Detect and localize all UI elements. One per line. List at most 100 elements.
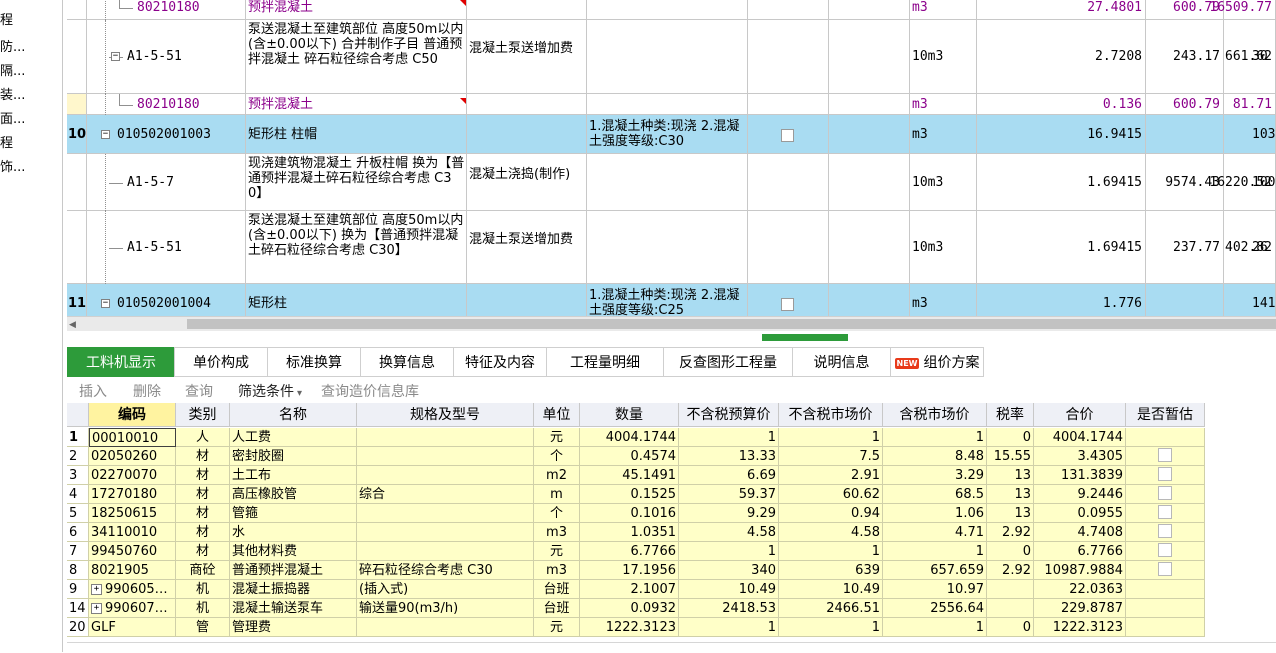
column-header-1[interactable]: 类别 [176,403,230,427]
column-header-7[interactable]: 不含税市场价 [779,403,883,427]
quota-row[interactable]: 11 −010502001004 矩形柱 1.混凝土种类:现浇 2.混凝土强度等级:C… [67,284,1276,316]
quota-row[interactable]: − A1-5-51 泵送混凝土至建筑部位 高度50m以内(含±0.00以下) 合并制… [67,20,1276,94]
estimate-checkbox[interactable] [1158,562,1172,576]
column-header-4[interactable]: 单位 [534,403,580,427]
column-header-8[interactable]: 含税市场价 [883,403,987,427]
estimate-checkbox[interactable] [1158,543,1172,557]
tab-4[interactable]: 特征及内容 [453,347,547,377]
resource-market[interactable]: 1 [779,618,883,637]
resource-qty[interactable]: 2.1007 [580,580,679,599]
quota-code[interactable]: A1-5-51 [127,49,182,64]
resource-market[interactable]: 2.91 [779,466,883,485]
quota-code[interactable]: A1-5-51 [127,240,182,255]
scroll-left-icon[interactable]: ◀ [69,320,76,330]
estimate-checkbox[interactable] [1158,467,1172,481]
resource-qty[interactable]: 0.4574 [580,447,679,466]
tab-6[interactable]: 反查图形工程量 [663,347,793,377]
collapse-icon[interactable]: − [111,52,120,61]
quota-name[interactable]: 矩形柱 [248,296,465,311]
resource-tax-market[interactable]: 8.48 [883,447,987,466]
resource-market[interactable]: 0.94 [779,504,883,523]
quota-work-content[interactable]: 混凝土泵送增加费 [469,232,585,247]
quota-name[interactable]: 预拌混凝土 [248,0,465,15]
quota-feature[interactable]: 1.混凝土种类:现浇 2.混凝土强度等级:C25 [589,288,746,316]
resource-qty[interactable]: 1.0351 [580,523,679,542]
column-header-10[interactable]: 合价 [1034,403,1126,427]
left-tree-item[interactable]: 面... [0,109,25,131]
quota-feature[interactable]: 1.混凝土种类:现浇 2.混凝土强度等级:C30 [589,119,746,149]
column-header-5[interactable]: 数量 [580,403,679,427]
tab-2[interactable]: 标准换算 [267,347,361,377]
quota-code[interactable]: 010502001003 [117,127,211,142]
resource-row[interactable]: 2 02050260 材密封胶圈 个 0.4574 13.33 7.5 8.48 15.55 3.… [67,447,1205,466]
estimate-checkbox[interactable] [1158,524,1172,538]
left-tree-item[interactable]: 程 [0,10,13,32]
quota-row[interactable]: 80210180 预拌混凝土 m3 27.4801 600.79 16509.77 [67,0,1276,20]
left-tree-item[interactable]: 防... [0,37,25,59]
resource-qty[interactable]: 45.1491 [580,466,679,485]
resource-row[interactable]: 20 GLF 管管理费元 1222.3123 1 1 1 0 1222.3123 [67,618,1205,637]
price-query-button[interactable]: 查询造价信息库 [321,381,419,401]
resource-rate[interactable]: 13 [987,466,1034,485]
resource-tax-market[interactable]: 657.659 [883,561,987,580]
quota-name[interactable]: 泵送混凝土至建筑部位 高度50m以内(含±0.00以下) 合并制作子目 普通预拌… [248,22,465,67]
resource-tax-market[interactable]: 4.71 [883,523,987,542]
resource-tax-market[interactable]: 3.29 [883,466,987,485]
collapse-icon[interactable]: − [101,130,110,139]
expand-icon[interactable]: + [91,584,102,595]
collapse-icon[interactable]: − [101,299,110,308]
quota-name[interactable]: 矩形柱 柱帽 [248,127,465,142]
resource-market[interactable]: 4.58 [779,523,883,542]
scrollbar-thumb[interactable] [187,319,1276,329]
resource-row[interactable]: 7 99450760 材其他材料费元 6.7766 1 1 1 0 6.7766 [67,542,1205,561]
quota-code[interactable]: A1-5-7 [127,175,174,190]
resource-code[interactable]: 17270180 [89,485,176,504]
resource-tax-market[interactable]: 1 [883,542,987,561]
quota-name[interactable]: 泵送混凝土至建筑部位 高度50m以内(含±0.00以下) 换为【普通预拌混凝土碎… [248,213,465,258]
estimate-checkbox[interactable] [1158,505,1172,519]
quota-work-content[interactable]: 混凝土泵送增加费 [469,41,585,56]
resource-market[interactable]: 2466.51 [779,599,883,618]
tab-7[interactable]: 说明信息 [792,347,891,377]
column-header-11[interactable]: 是否暂估 [1126,403,1205,427]
resource-market[interactable]: 1 [779,428,883,447]
resource-code[interactable]: 02050260 [89,447,176,466]
delete-button[interactable]: 删除 [133,381,161,401]
quota-row[interactable]: 10 −010502001003 矩形柱 柱帽 1.混凝土种类:现浇 2.混凝土强度等… [67,115,1276,154]
resource-tax-market[interactable]: 1.06 [883,504,987,523]
resource-row[interactable]: 14 +990607… 机混凝土输送泵车 输送量90(m3/h) 台班 0.0932 241… [67,599,1205,618]
resource-market[interactable]: 1 [779,542,883,561]
column-header-3[interactable]: 规格及型号 [357,403,534,427]
insert-button[interactable]: 插入 [79,381,107,401]
estimate-checkbox[interactable] [1158,448,1172,462]
tab-8[interactable]: NEW 组价方案 [890,347,984,377]
resource-qty[interactable]: 6.7766 [580,542,679,561]
resource-code[interactable]: 00010010 [89,428,176,447]
resource-row[interactable]: 8 8021905 商砼 普通预拌混凝土 碎石粒径综合考虑 C30 m3 17.1956 34… [67,561,1205,580]
quota-code[interactable]: 80210180 [137,97,200,112]
resource-market[interactable]: 639 [779,561,883,580]
quota-code[interactable]: 010502001004 [117,296,211,311]
left-tree-item[interactable]: 程 [0,133,13,155]
left-tree-item[interactable]: 隔... [0,61,25,83]
resource-rate[interactable]: 0 [987,428,1034,447]
quota-work-content[interactable]: 混凝土浇捣(制作) [469,167,585,182]
resource-rate[interactable]: 2.92 [987,523,1034,542]
resource-code[interactable]: +990607… [89,599,176,618]
resource-row[interactable]: 9 +990605… 机混凝土振捣器 (插入式) 台班 2.1007 10.49 10.49 1… [67,580,1205,599]
resource-rate[interactable]: 2.92 [987,561,1034,580]
resource-qty[interactable]: 4004.1744 [580,428,679,447]
filter-dropdown[interactable]: 筛选条件 ▾ [238,381,302,401]
resource-tax-market[interactable]: 1 [883,618,987,637]
resource-market[interactable]: 10.49 [779,580,883,599]
resource-qty[interactable]: 0.0932 [580,599,679,618]
column-header-6[interactable]: 不含税预算价 [679,403,779,427]
resource-rate[interactable]: 13 [987,504,1034,523]
resource-rate[interactable]: 13 [987,485,1034,504]
quota-row[interactable]: 80210180 预拌混凝土 m3 0.136 600.79 81.71 [67,94,1276,115]
horizontal-scrollbar[interactable]: ◀ [67,316,1276,331]
resource-row[interactable]: 1 00010010 人人工费元 4004.1744 1 1 1 0 4004.1744 [67,428,1205,447]
resource-qty[interactable]: 17.1956 [580,561,679,580]
column-header-2[interactable]: 名称 [230,403,357,427]
resource-rate[interactable]: 0 [987,542,1034,561]
